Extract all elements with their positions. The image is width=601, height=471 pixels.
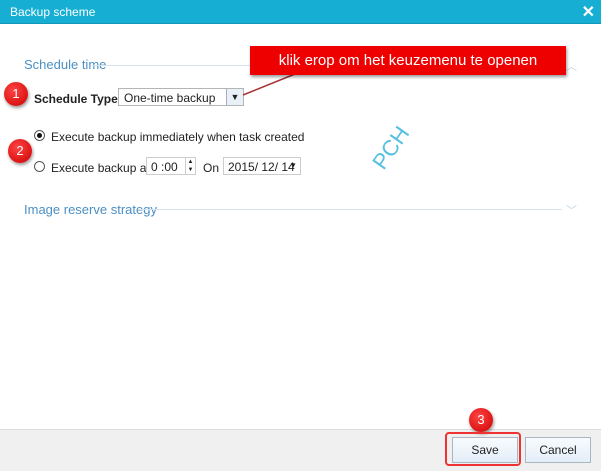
on-label: On xyxy=(203,161,220,175)
radio-execute-immediately[interactable] xyxy=(34,130,45,141)
chevron-down-icon[interactable]: ▼ xyxy=(289,161,297,170)
schedule-type-select[interactable]: One-time backup ▼ xyxy=(118,88,244,106)
chevron-up-icon[interactable]: ︿ xyxy=(566,58,577,74)
callout-tooltip: klik erop om het keuzemenu te openen xyxy=(250,46,566,75)
schedule-type-label: Schedule Type: xyxy=(34,92,122,106)
watermark: PCH xyxy=(367,121,415,174)
radio-execute-at[interactable] xyxy=(34,161,45,172)
schedule-type-value: One-time backup xyxy=(124,91,216,105)
chevron-down-icon[interactable]: ﹀ xyxy=(566,202,577,218)
spinner-arrows-icon[interactable]: ▲ ▼ xyxy=(185,158,195,174)
close-icon[interactable]: ✕ xyxy=(582,2,595,22)
divider xyxy=(138,209,562,210)
step-badge-2: 2 xyxy=(8,139,32,163)
step-badge-1: 1 xyxy=(4,82,28,106)
cancel-button[interactable]: Cancel xyxy=(525,437,591,463)
save-button[interactable]: Save xyxy=(452,437,518,463)
window-title: Backup scheme xyxy=(10,5,96,19)
radio-execute-at-label: Execute backup at xyxy=(51,161,150,175)
step-badge-3: 3 xyxy=(469,408,493,432)
date-picker[interactable]: 2015/ 12/ 14 ▼ xyxy=(223,157,301,175)
radio-execute-immediately-label: Execute backup immediately when task cre… xyxy=(51,130,305,144)
date-value: 2015/ 12/ 14 xyxy=(228,160,295,174)
time-value: 0 :00 xyxy=(151,160,178,174)
time-spinner[interactable]: 0 :00 ▲ ▼ xyxy=(146,157,196,175)
image-reserve-header[interactable]: Image reserve strategy xyxy=(24,202,157,217)
